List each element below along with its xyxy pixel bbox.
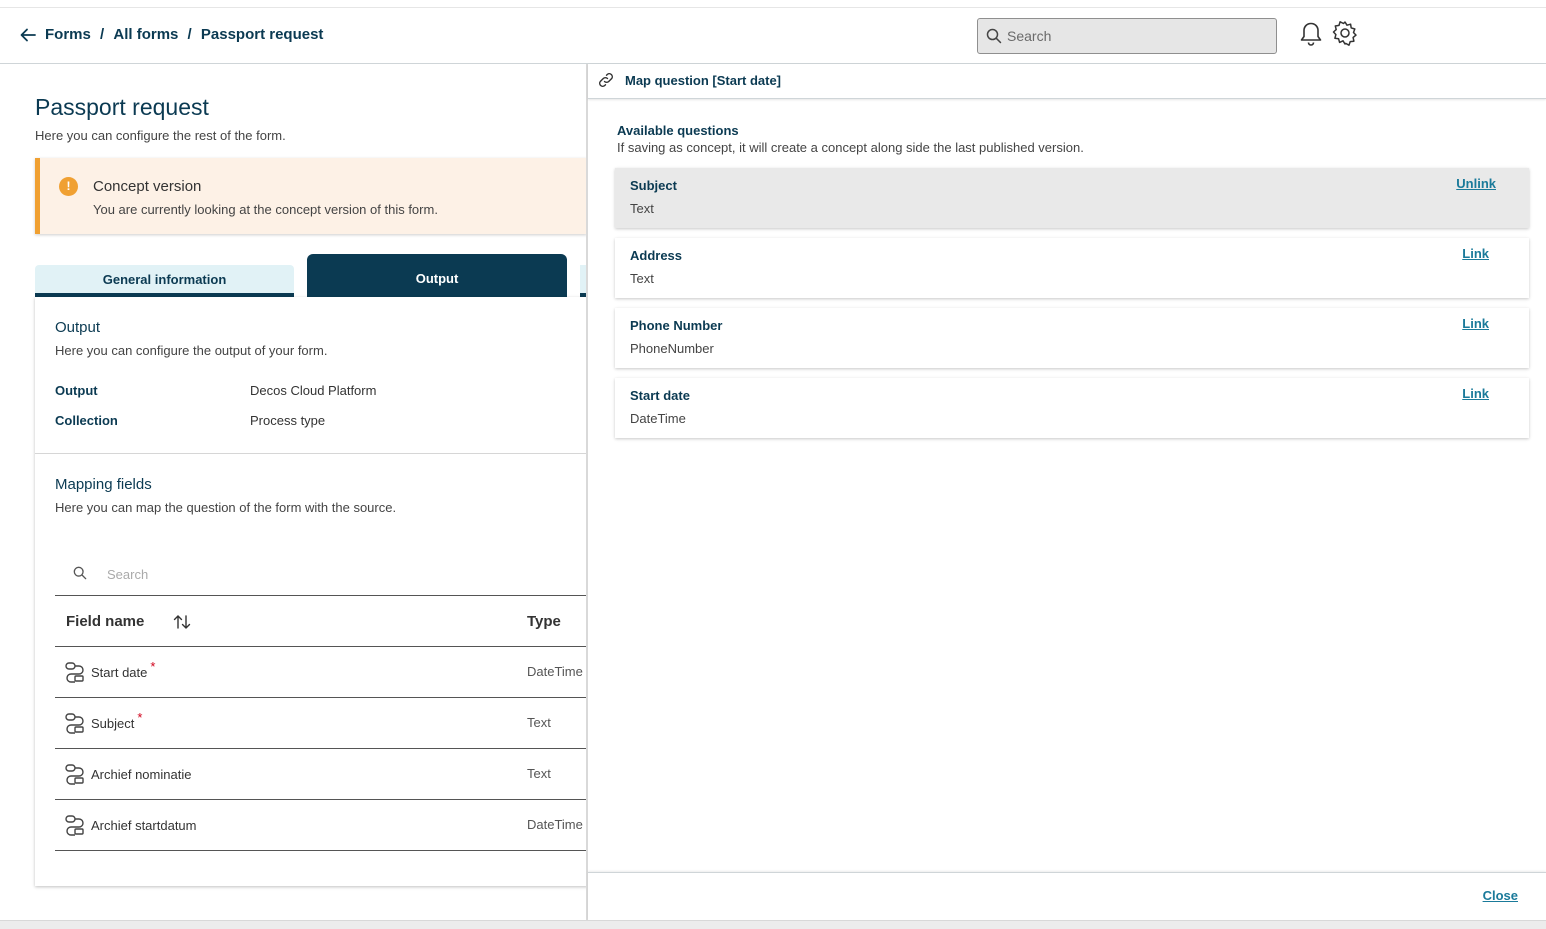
mapping-icon (65, 764, 84, 785)
mapping-section-title: Mapping fields (55, 476, 152, 493)
output-section-title: Output (55, 319, 101, 336)
table-row[interactable]: Archief startdatum DateTime (55, 800, 588, 851)
panel-footer: Close (588, 872, 1546, 920)
breadcrumb-current: Passport request (200, 26, 324, 43)
tab-general-information[interactable]: General information (35, 265, 294, 297)
search-icon (986, 28, 1002, 44)
mapping-icon (65, 713, 84, 734)
breadcrumb-separator: / (100, 26, 105, 43)
gear-icon[interactable] (1332, 20, 1358, 46)
breadcrumb-forms[interactable]: Forms (45, 26, 91, 43)
output-key: Output (55, 383, 98, 398)
breadcrumb: Forms / All forms / Passport request (45, 26, 323, 43)
window-bottom-bar (0, 920, 1546, 929)
question-card-phone-number: Phone Number PhoneNumber Link (615, 308, 1529, 368)
sort-icon[interactable] (172, 612, 192, 632)
column-field-name: Field name (66, 613, 145, 630)
page-title: Passport request (35, 94, 209, 120)
table-row[interactable]: Start date * DateTime (55, 647, 588, 698)
app-header: Forms / All forms / Passport request (0, 8, 1546, 64)
question-name: Phone Number (630, 318, 723, 333)
form-config-main: Passport request Here you can configure … (0, 64, 590, 922)
row-field-name: Start date (91, 665, 148, 680)
panel-title: Map question [Start date] (625, 73, 782, 88)
row-field-type: DateTime (527, 664, 583, 679)
concept-description: You are currently looking at the concept… (93, 202, 438, 217)
table-row[interactable]: Archief nominatie Text (55, 749, 588, 800)
question-type: DateTime (630, 411, 686, 426)
collection-value: Process type (250, 413, 326, 428)
collection-key: Collection (55, 413, 118, 428)
link-button[interactable]: Link (1462, 246, 1489, 261)
concept-version-notice: ! Concept version You are currently look… (35, 158, 587, 234)
question-type: PhoneNumber (630, 341, 714, 356)
link-button[interactable]: Link (1462, 316, 1489, 331)
question-name: Address (630, 248, 683, 263)
output-card: Output Here you can configure the output… (35, 297, 588, 886)
window-top-strip (0, 0, 1546, 8)
required-marker: * (137, 710, 143, 725)
question-card-subject: Subject Text Unlink (615, 168, 1529, 228)
section-divider (35, 453, 588, 454)
page-subtitle: Here you can configure the rest of the f… (35, 128, 286, 143)
bell-icon[interactable] (1299, 21, 1323, 47)
question-card-address: Address Text Link (615, 238, 1529, 298)
available-questions-title: Available questions (617, 123, 739, 138)
mapping-search[interactable] (55, 552, 588, 596)
global-search[interactable] (977, 18, 1277, 54)
question-card-start-date: Start date DateTime Link (615, 378, 1529, 438)
output-value: Decos Cloud Platform (250, 383, 377, 398)
question-type: Text (630, 201, 654, 216)
mapping-icon (65, 815, 84, 836)
unlink-button[interactable]: Unlink (1456, 176, 1496, 191)
breadcrumb-separator: / (187, 26, 192, 43)
available-questions-description: If saving as concept, it will create a c… (617, 140, 1084, 155)
mapping-section-description: Here you can map the question of the for… (55, 500, 397, 515)
info-icon: ! (59, 177, 78, 196)
question-name: Subject (630, 178, 677, 193)
mapping-icon (65, 662, 84, 683)
link-icon (599, 73, 613, 87)
search-icon (73, 566, 87, 580)
concept-title: Concept version (93, 178, 202, 195)
question-type: Text (630, 271, 654, 286)
breadcrumb-all-forms[interactable]: All forms (113, 26, 178, 43)
global-search-input[interactable] (1007, 25, 1267, 47)
row-field-name: Subject (91, 716, 135, 731)
arrow-left-icon[interactable] (18, 25, 38, 45)
panel-header: Map question [Start date] (588, 64, 1546, 99)
row-field-name: Archief nominatie (91, 767, 192, 782)
column-type: Type (527, 613, 561, 630)
question-name: Start date (630, 388, 690, 403)
tab-output[interactable]: Output (307, 254, 567, 297)
row-field-name: Archief startdatum (91, 818, 197, 833)
link-button[interactable]: Link (1462, 386, 1489, 401)
close-button[interactable]: Close (1483, 888, 1518, 903)
table-row[interactable]: Subject * Text (55, 698, 588, 749)
row-field-type: Text (527, 715, 551, 730)
required-marker: * (150, 659, 156, 674)
mapping-table-header: Field name Type (55, 596, 588, 647)
tab-bar: General information Output (35, 254, 590, 297)
row-field-type: DateTime (527, 817, 583, 832)
mapping-search-input[interactable] (107, 563, 507, 585)
output-section-description: Here you can configure the output of you… (55, 343, 328, 358)
map-question-panel: Map question [Start date] Available ques… (586, 64, 1546, 920)
row-field-type: Text (527, 766, 551, 781)
